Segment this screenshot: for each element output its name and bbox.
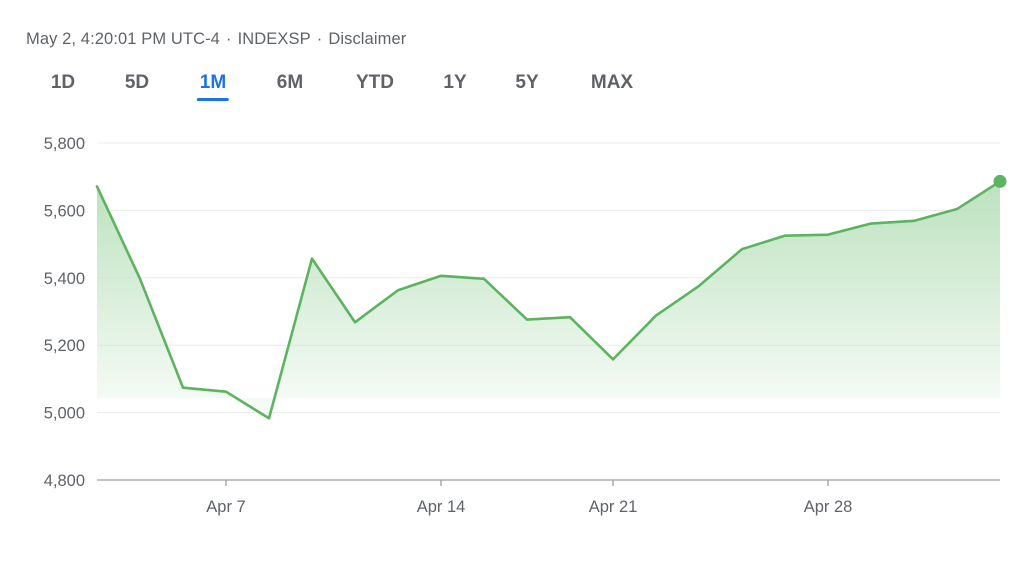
data-point[interactable] xyxy=(94,183,100,189)
data-point[interactable] xyxy=(911,218,917,224)
data-point[interactable] xyxy=(696,283,702,289)
x-tick-label: Apr 7 xyxy=(206,498,245,516)
data-point[interactable] xyxy=(653,313,659,319)
data-point[interactable] xyxy=(395,287,401,293)
data-point[interactable] xyxy=(223,389,229,395)
data-point[interactable] xyxy=(137,276,143,282)
y-tick-label: 5,600 xyxy=(44,202,85,220)
data-point[interactable] xyxy=(352,319,358,325)
data-point[interactable] xyxy=(610,356,616,362)
y-tick-label: 4,800 xyxy=(44,472,85,490)
y-tick-label: 5,000 xyxy=(44,405,85,423)
last-price-marker xyxy=(993,174,1007,188)
data-point[interactable] xyxy=(868,221,874,227)
data-point[interactable] xyxy=(954,206,960,212)
x-tick-label: Apr 21 xyxy=(589,498,638,516)
y-tick-label: 5,200 xyxy=(44,337,85,355)
area-fill xyxy=(97,181,1000,419)
data-point[interactable] xyxy=(739,246,745,252)
data-point[interactable] xyxy=(266,415,272,421)
data-point[interactable] xyxy=(180,385,186,391)
data-point[interactable] xyxy=(567,314,573,320)
x-tick-label: Apr 14 xyxy=(417,498,466,516)
data-point[interactable] xyxy=(438,273,444,279)
y-tick-label: 5,800 xyxy=(44,135,85,153)
y-tick-label: 5,400 xyxy=(44,270,85,288)
data-point[interactable] xyxy=(309,256,315,262)
data-point[interactable] xyxy=(481,276,487,282)
data-point[interactable] xyxy=(825,232,831,238)
data-point[interactable] xyxy=(524,317,530,323)
data-point[interactable] xyxy=(782,233,788,239)
price-chart[interactable]: 4,800 5,000 5,200 5,400 5,600 5,800 Apr 7 Apr 1… xyxy=(0,0,1024,565)
x-tick-label: Apr 28 xyxy=(804,498,853,516)
